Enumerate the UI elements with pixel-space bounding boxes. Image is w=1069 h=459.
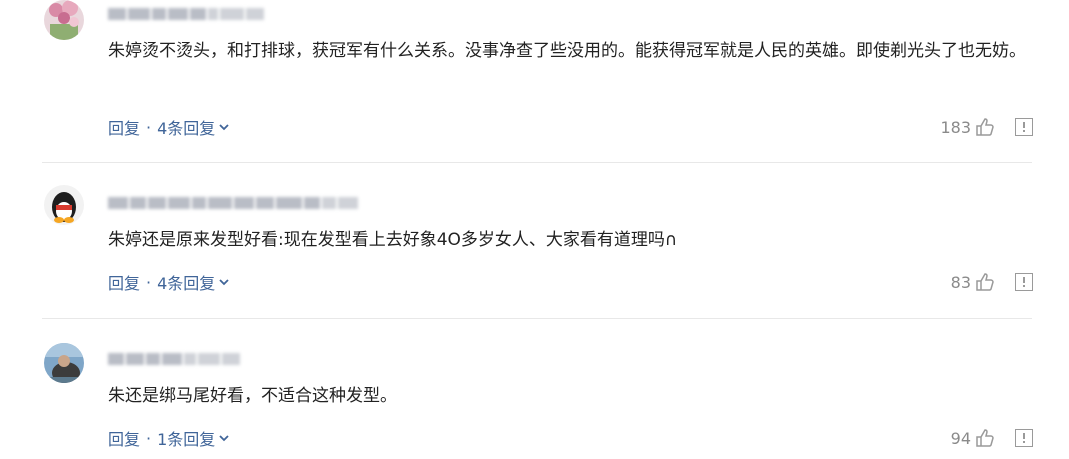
view-replies-button[interactable]: 1条回复 (157, 426, 215, 450)
like-count: 83 (950, 272, 971, 292)
comment-meta: 183 (940, 115, 1033, 139)
comment-actions: 回复 · 1条回复 (108, 427, 229, 449)
like-button[interactable]: 83 (951, 272, 995, 292)
chevron-down-icon[interactable] (219, 433, 229, 443)
report-icon[interactable] (1015, 118, 1033, 136)
separator: · (146, 117, 152, 137)
comment-text: 朱还是绑马尾好看，不适合这种发型。 (108, 386, 397, 406)
comment-item: 朱婷烫不烫头，和打排球，获冠军有什么关系。没事净查了些没用的。能获得冠军就是人民… (0, 0, 1069, 160)
view-replies-button[interactable]: 4条回复 (157, 270, 215, 294)
report-icon[interactable] (1015, 429, 1033, 447)
chevron-down-icon[interactable] (219, 122, 229, 132)
comment-actions: 回复 · 4条回复 (108, 271, 229, 293)
chevron-down-icon[interactable] (219, 277, 229, 287)
username[interactable] (108, 195, 358, 211)
thumbs-up-icon[interactable] (975, 428, 995, 448)
comment-meta: 94 (951, 426, 1033, 450)
avatar[interactable] (44, 0, 84, 40)
avatar[interactable] (44, 343, 84, 383)
like-button[interactable]: 94 (951, 428, 995, 448)
reply-button[interactable]: 回复 (108, 115, 140, 139)
comment-text: 朱婷还是原来发型好看:现在发型看上去好象4O多岁女人、大家看有道理吗∩ (108, 230, 678, 250)
like-count: 94 (950, 428, 971, 448)
username[interactable] (108, 351, 240, 367)
separator: · (146, 272, 152, 292)
like-button[interactable]: 183 (940, 117, 995, 137)
comment-item: 朱婷还是原来发型好看:现在发型看上去好象4O多岁女人、大家看有道理吗∩ 回复 ·… (0, 163, 1069, 318)
reply-button[interactable]: 回复 (108, 426, 140, 450)
reply-button[interactable]: 回复 (108, 270, 140, 294)
comment-text: 朱婷烫不烫头，和打排球，获冠军有什么关系。没事净查了些没用的。能获得冠军就是人民… (108, 41, 1026, 61)
comment-meta: 83 (951, 270, 1033, 294)
separator: · (146, 428, 152, 448)
comment-actions: 回复 · 4条回复 (108, 116, 229, 138)
report-icon[interactable] (1015, 273, 1033, 291)
avatar[interactable] (44, 185, 84, 225)
thumbs-up-icon[interactable] (975, 117, 995, 137)
thumbs-up-icon[interactable] (975, 272, 995, 292)
view-replies-button[interactable]: 4条回复 (157, 115, 215, 139)
like-count: 183 (940, 117, 971, 137)
username[interactable] (108, 6, 264, 22)
comment-item: 朱还是绑马尾好看，不适合这种发型。 回复 · 1条回复 94 (0, 319, 1069, 459)
